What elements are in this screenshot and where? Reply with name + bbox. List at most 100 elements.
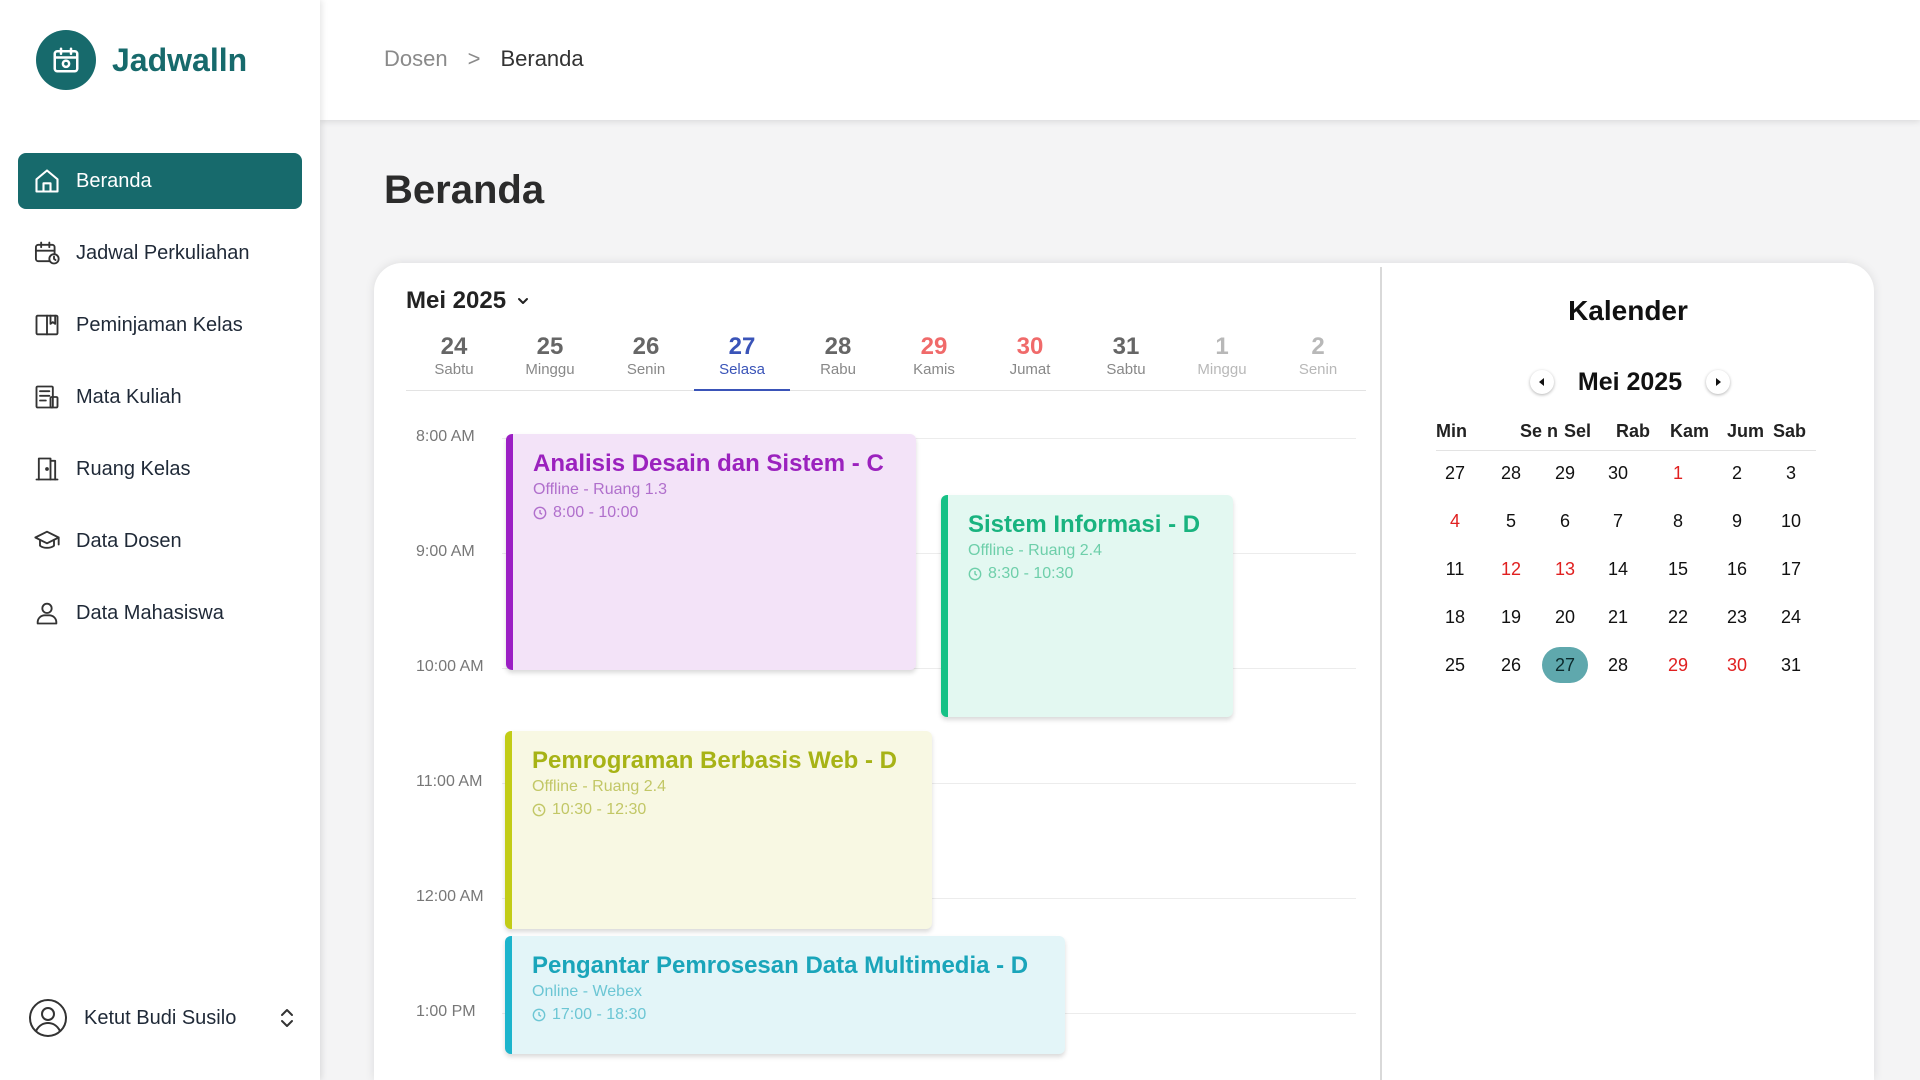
event-location: Online - Webex [532, 983, 642, 1000]
calendar-day[interactable]: 25 [1432, 647, 1478, 683]
event-time-label: 17:00 - 18:30 [552, 1006, 647, 1023]
calendar-day[interactable]: 2 [1714, 455, 1760, 491]
calendar-day[interactable]: 14 [1595, 551, 1641, 587]
hour-label: 11:00 AM [416, 773, 483, 790]
breadcrumb-parent[interactable]: Dosen [384, 46, 448, 72]
calendar-day[interactable]: 28 [1595, 647, 1641, 683]
calendar-day[interactable]: 27 [1432, 455, 1478, 491]
event-time: 10:30 - 12:30 [532, 800, 912, 820]
event-card[interactable]: Pemrograman Berbasis Web - D Offline - Ru… [505, 731, 932, 929]
month-dropdown[interactable]: Mei 2025 [406, 287, 530, 315]
caret-left-icon [1539, 378, 1544, 386]
document-list-icon [32, 382, 62, 412]
day-tab[interactable]: 29 Kamis [886, 333, 982, 390]
sidebar-item-label: Peminjaman Kelas [76, 313, 243, 336]
top-bar: Dosen > Beranda [320, 0, 1920, 120]
day-number: 30 [1016, 333, 1044, 360]
day-number: 28 [824, 333, 852, 360]
calendar-day[interactable]: 30 [1595, 455, 1641, 491]
calendar-day[interactable]: 3 [1768, 455, 1814, 491]
calendar-day[interactable]: 29 [1655, 647, 1701, 683]
sidebar-item-data-mahasiswa[interactable]: Data Mahasiswa [18, 585, 302, 641]
calendar-day[interactable]: 13 [1542, 551, 1588, 587]
calendar-day[interactable]: 26 [1488, 647, 1534, 683]
day-number: 27 [728, 333, 756, 360]
event-location: Offline - Ruang 1.3 [533, 481, 668, 498]
calendar-day[interactable]: 16 [1714, 551, 1760, 587]
event-card[interactable]: Analisis Desain dan Sistem - C Offline - … [506, 434, 916, 670]
calendar-day[interactable]: 19 [1488, 599, 1534, 635]
day-name: Sabtu [434, 361, 474, 378]
calendar-day[interactable]: 31 [1768, 647, 1814, 683]
calendar-logo-icon [36, 30, 96, 90]
prev-month-button[interactable] [1530, 370, 1554, 394]
user-menu[interactable]: Ketut Budi Susilo [28, 996, 298, 1040]
day-tab[interactable]: 30 Jumat [982, 333, 1078, 390]
calendar-day[interactable]: 23 [1714, 599, 1760, 635]
day-number: 29 [920, 333, 948, 360]
day-tab[interactable]: 26 Senin [598, 333, 694, 390]
weekday-label: Sab [1773, 421, 1807, 441]
event-time-label: 8:30 - 10:30 [988, 565, 1074, 582]
day-tab[interactable]: 27 Selasa [694, 333, 790, 391]
sidebar-item-label: Beranda [76, 169, 152, 192]
event-location: Offline - Ruang 2.4 [968, 542, 1103, 559]
calendar-day[interactable]: 24 [1768, 599, 1814, 635]
calendar-clock-icon [32, 238, 62, 268]
calendar-day[interactable]: 10 [1768, 503, 1814, 539]
day-tab[interactable]: 31 Sabtu [1078, 333, 1174, 390]
day-tab[interactable]: 2 Senin [1270, 333, 1366, 390]
event-time: 8:00 - 10:00 [533, 503, 896, 523]
caret-right-icon [1716, 378, 1721, 386]
calendar-day[interactable]: 12 [1488, 551, 1534, 587]
next-month-button[interactable] [1706, 370, 1730, 394]
calendar-day[interactable]: 11 [1432, 551, 1478, 587]
chevron-down-icon [518, 298, 529, 304]
day-tab[interactable]: 1 Minggu [1174, 333, 1270, 390]
calendar-day[interactable]: 4 [1432, 503, 1478, 539]
book-icon [32, 310, 62, 340]
time-grid: 8:00 AM 9:00 AM 10:00 AM 11:00 AM 12:00 AM 1:… [406, 416, 1374, 1080]
calendar-day[interactable]: 20 [1542, 599, 1588, 635]
calendar-day[interactable]: 5 [1488, 503, 1534, 539]
calendar-day[interactable]: 7 [1595, 503, 1641, 539]
calendar-day[interactable]: 6 [1542, 503, 1588, 539]
event-card[interactable]: Sistem Informasi - D Offline - Ruang 2.4 8… [941, 495, 1233, 717]
event-card[interactable]: Pengantar Pemrosesan Data Multimedia - D… [505, 936, 1065, 1054]
weekday-label: Se n [1520, 421, 1559, 441]
calendar-day[interactable]: 9 [1714, 503, 1760, 539]
calendar-day[interactable]: 29 [1542, 455, 1588, 491]
event-time-label: 8:00 - 10:00 [553, 504, 639, 521]
sidebar-item-peminjaman-kelas[interactable]: Peminjaman Kelas [18, 297, 302, 353]
event-title: Pemrograman Berbasis Web - D [532, 747, 898, 774]
calendar-month: Mei 2025 [1577, 367, 1683, 396]
calendar-day[interactable]: 27 [1542, 647, 1588, 683]
day-tab[interactable]: 28 Rabu [790, 333, 886, 390]
calendar-day[interactable]: 22 [1655, 599, 1701, 635]
day-strip: 24 Sabtu 25 Minggu 26 Senin 27 Selasa 28 Rabu 29 Ka… [406, 333, 1366, 391]
calendar-day[interactable]: 17 [1768, 551, 1814, 587]
day-number: 2 [1311, 333, 1325, 360]
calendar-day[interactable]: 8 [1655, 503, 1701, 539]
sidebar-item-data-dosen[interactable]: Data Dosen [18, 513, 302, 569]
clock-icon [533, 506, 547, 520]
calendar-day[interactable]: 1 [1655, 455, 1701, 491]
calendar-day[interactable]: 21 [1595, 599, 1641, 635]
sidebar-item-ruang-kelas[interactable]: Ruang Kelas [18, 441, 302, 497]
hour-label: 12:00 AM [416, 888, 484, 905]
sidebar-item-mata-kuliah[interactable]: Mata Kuliah [18, 369, 302, 425]
calendar-day[interactable]: 18 [1432, 599, 1478, 635]
event-title: Pengantar Pemrosesan Data Multimedia - D [532, 952, 1029, 979]
hour-label: 10:00 AM [416, 658, 484, 675]
event-time: 8:30 - 10:30 [968, 564, 1213, 584]
chevron-up-down-icon[interactable] [276, 1005, 298, 1031]
graduation-cap-icon [32, 526, 62, 556]
brand[interactable]: Jadwalln [36, 30, 247, 90]
day-tab[interactable]: 24 Sabtu [406, 333, 502, 390]
sidebar-item-beranda[interactable]: Beranda [18, 153, 302, 209]
calendar-day[interactable]: 28 [1488, 455, 1534, 491]
calendar-day[interactable]: 15 [1655, 551, 1701, 587]
calendar-day[interactable]: 30 [1714, 647, 1760, 683]
sidebar-item-jadwal-perkuliahan[interactable]: Jadwal Perkuliahan [18, 225, 302, 281]
day-tab[interactable]: 25 Minggu [502, 333, 598, 390]
